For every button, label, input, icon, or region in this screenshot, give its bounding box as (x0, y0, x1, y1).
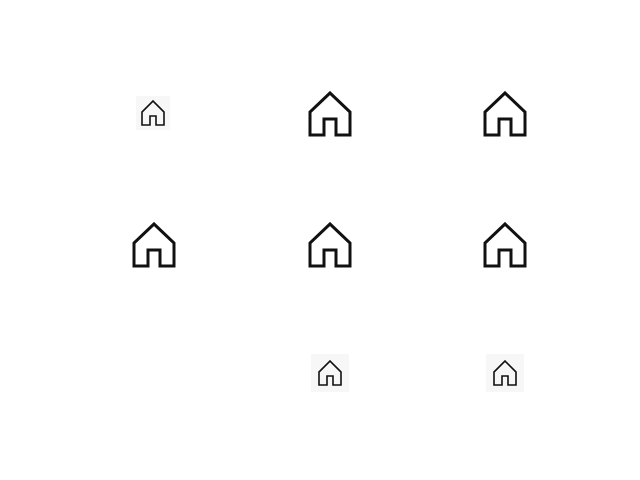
home-icon[interactable] (479, 88, 531, 140)
home-icon-graphic (308, 221, 352, 268)
home-icon[interactable] (304, 88, 356, 140)
home-icon[interactable] (136, 96, 170, 130)
home-icon[interactable] (128, 219, 180, 271)
icon-grid (0, 0, 640, 480)
home-icon[interactable] (486, 354, 524, 392)
home-icon-graphic (141, 99, 165, 126)
home-icon[interactable] (479, 219, 531, 271)
home-icon[interactable] (304, 219, 356, 271)
home-icon-graphic (318, 359, 342, 386)
home-icon-graphic (308, 90, 352, 137)
home-icon-graphic (483, 90, 527, 137)
home-icon-graphic (132, 221, 176, 268)
home-icon-graphic (493, 359, 517, 386)
home-icon[interactable] (311, 354, 349, 392)
home-icon-graphic (483, 221, 527, 268)
